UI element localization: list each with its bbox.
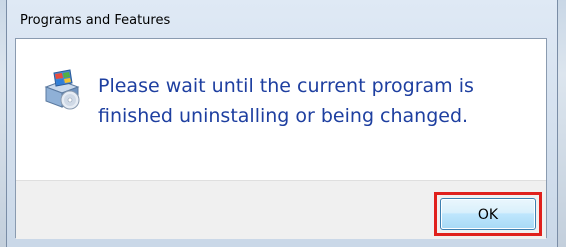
programs-features-icon bbox=[40, 67, 84, 111]
message-area: Please wait until the current program is… bbox=[16, 39, 546, 180]
message-dialog: Programs and Features Please wait until … bbox=[6, 0, 558, 247]
window-title: Programs and Features bbox=[20, 13, 171, 28]
dialog-message: Please wait until the current program is… bbox=[98, 75, 474, 127]
dialog-client-area: Please wait until the current program is… bbox=[15, 38, 547, 239]
title-bar[interactable]: Programs and Features bbox=[7, 0, 557, 40]
ok-button[interactable]: OK bbox=[440, 198, 536, 230]
button-bar: OK bbox=[16, 180, 546, 239]
